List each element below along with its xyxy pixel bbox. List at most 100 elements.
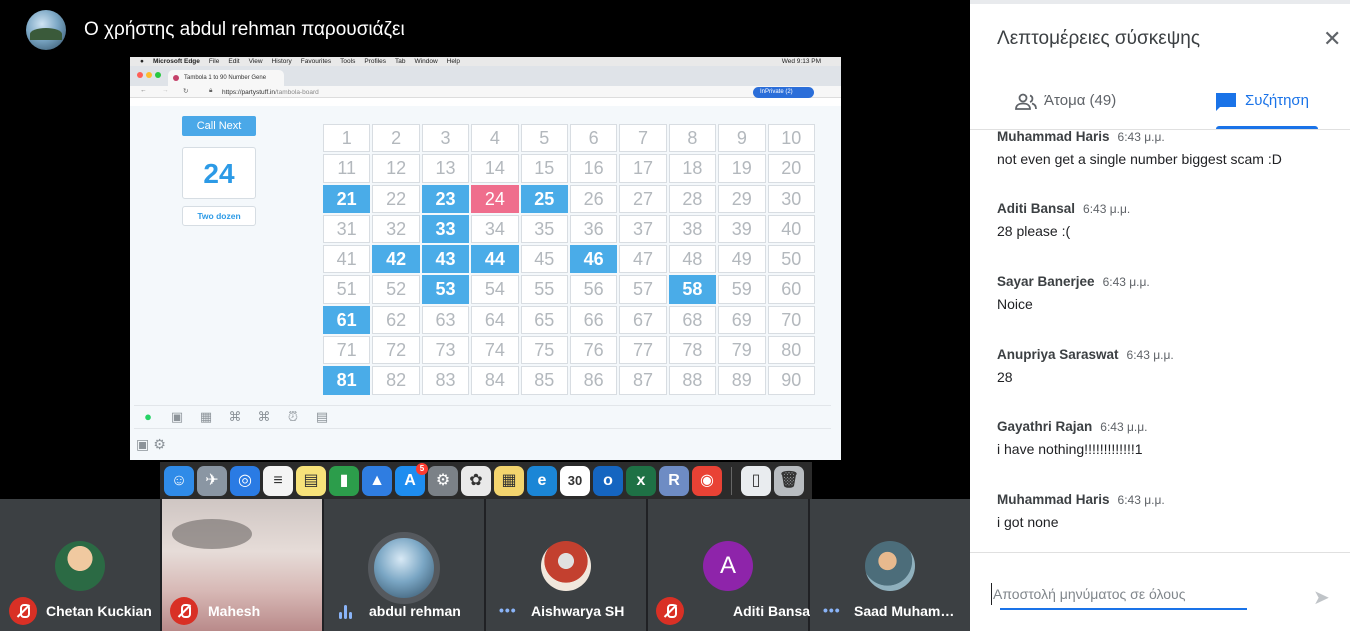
board-cell: 37 [619,214,667,244]
menu-app-name: Microsoft Edge [152,58,200,65]
board-cell: 33 [421,214,470,244]
message-time: 6:43 μ.μ. [1117,493,1165,507]
presenter-title: Ο χρήστης abdul rehman παρουσιάζει [84,19,405,40]
board-cell: 45 [520,245,568,274]
board-cell: 22 [372,184,420,213]
message-time: 6:43 μ.μ. [1083,202,1131,216]
apple-icon: ● [140,58,144,65]
app-store-icon: A5 [395,462,428,496]
board-cell: 50 [767,245,815,274]
menu-tools: Tools [340,58,356,65]
board-cell: 35 [520,214,568,244]
message-time: 6:43 μ.μ. [1126,348,1174,362]
zoom-window-dot [155,72,161,78]
participant-tile[interactable]: ••• Aishwarya SH [486,499,646,631]
board-cell: 53 [421,275,470,304]
close-icon[interactable]: ✕ [1323,28,1341,50]
board-cell: 6 [569,124,618,153]
send-icon[interactable]: ➤ [1313,585,1330,610]
lock-icon: 🔒︎ [209,87,213,94]
chat-message: Sayar Banerjee 6:43 μ.μ. Noice [997,273,1150,312]
chat-message-list[interactable]: Muhammad Haris 6:43 μ.μ. not even get a s… [970,129,1350,552]
chrome-icon: ◉ [692,465,722,496]
board-cell: 90 [767,366,815,395]
dock-separator [731,466,732,495]
meet-window: Ο χρήστης abdul rehman παρουσιάζει ● Mic… [0,0,1350,631]
current-number-display: 24 [182,147,256,199]
board-cell: 36 [569,214,618,244]
participant-tile[interactable]: Mahesh [162,499,322,631]
board-cell: 58 [668,275,717,304]
board-cell: 44 [471,245,519,274]
message-sender: Aditi Bansal [997,201,1076,216]
menu-tab: Tab [395,58,406,65]
tab-chat[interactable]: Συζήτηση [1215,92,1310,111]
board-cell: 70 [767,305,815,335]
board-cell: 40 [767,214,815,244]
participant-name: abdul rehman [369,603,461,619]
chat-message: Muhammad Haris 6:43 μ.μ. not even get a s… [997,130,1282,167]
stickies-icon: ▦ [494,465,524,496]
board-cell: 12 [372,154,420,183]
board-cell: 7 [619,124,667,153]
board-cell: 18 [668,154,717,183]
forward-icon: → [162,87,169,94]
chat-icon [1216,93,1236,111]
participant-tile[interactable]: ••• Saad Muham… [810,499,970,631]
tab-chat-label: Συζήτηση [1245,92,1310,109]
excel-icon: x [626,465,656,496]
participant-tile[interactable]: Chetan Kuckian [0,499,160,631]
message-sender: Gayathri Rajan [997,419,1093,434]
avatar [368,532,440,604]
network-alt-icon: ⌘ [257,409,271,424]
menu-favourites: Favourites [300,58,332,65]
menu-file: File [208,58,220,65]
tab-people[interactable]: Άτομα (49) [1014,92,1116,110]
board-cell: 3 [421,124,470,153]
url-path: /tambola-board [275,89,319,96]
participant-tile[interactable]: A Aditi Bansal [648,499,814,631]
reminders-icon: ≡ [263,465,293,496]
board-cell: 85 [520,366,568,395]
board-cell: 54 [471,275,519,304]
board-cell: 59 [718,275,766,304]
panel-title: Λεπτομέρειες σύσκεψης [997,28,1200,49]
finder-icon: ☺ [164,465,194,496]
message-composer: ➤ [970,552,1350,631]
board-cell: 32 [372,214,420,244]
board-cell: 65 [520,305,568,335]
board-cell: 75 [520,336,568,365]
participant-name: Aditi Bansal [733,603,814,619]
gear-icon: ⚙ [153,435,166,452]
participant-tile[interactable]: abdul rehman [324,499,484,631]
menu-edit: Edit [228,58,240,65]
board-cell: 38 [668,214,717,244]
address-bar: ← → ↻ 🔒︎ https://partystuff.in/tambola-b… [130,86,841,98]
board-cell: 64 [471,305,519,335]
chat-message: Gayathri Rajan 6:43 μ.μ. i have nothing!!… [997,418,1147,457]
audio-dots-icon: ••• [499,602,517,618]
avatar [55,541,105,591]
audio-dots-icon: ••• [823,602,841,618]
back-icon: ← [140,87,147,94]
url-text: https://partystuff.in/tambola-board [222,89,319,96]
board-cell: 63 [421,305,470,335]
input-focus-line [1000,608,1247,610]
board-cell: 42 [372,245,420,274]
board-cell: 80 [767,336,815,365]
board-cell: 9 [718,124,766,153]
mic-off-icon [656,597,684,625]
controller-icon: ▣ [136,435,150,452]
board-cell: 83 [421,366,470,395]
board-cell: 48 [668,245,717,274]
board-cell: 29 [718,184,766,213]
inprivate-badge: InPrivate (2) [753,87,814,98]
menu-view: View [248,58,263,65]
board-cell: 41 [323,245,371,274]
board-cell: 43 [421,245,470,274]
board-cell: 56 [569,275,618,304]
chat-input[interactable] [991,583,1286,605]
calendar-icon: 30 [560,465,590,496]
keynote-icon: ▲ [362,465,392,496]
safari-icon: ◎ [230,465,260,496]
